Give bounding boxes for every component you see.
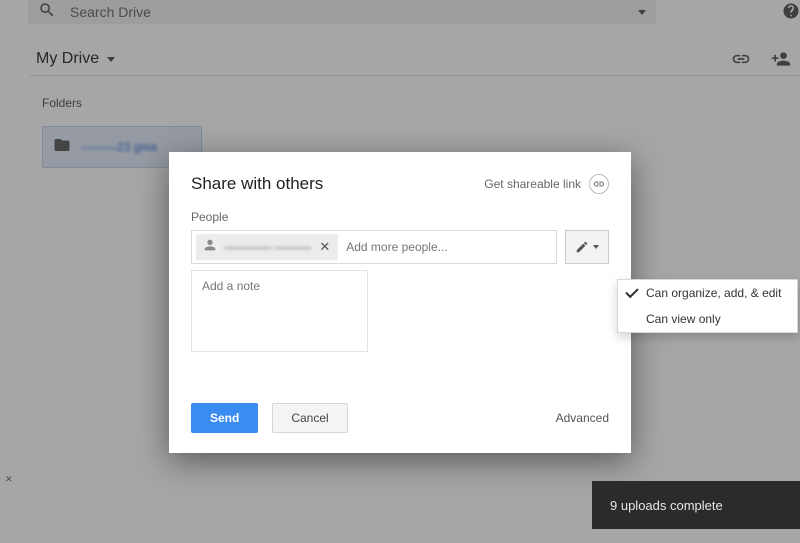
send-button[interactable]: Send bbox=[191, 403, 258, 433]
dialog-title: Share with others bbox=[191, 174, 323, 194]
permission-dropdown-button[interactable] bbox=[565, 230, 609, 264]
person-chip[interactable]: ———— ——— ✕ bbox=[196, 234, 338, 260]
add-people-input[interactable] bbox=[338, 231, 552, 263]
chevron-down-icon bbox=[593, 245, 599, 249]
shareable-link-label: Get shareable link bbox=[484, 177, 581, 191]
share-dialog: Share with others Get shareable link Peo… bbox=[169, 152, 631, 453]
cancel-button[interactable]: Cancel bbox=[272, 403, 347, 433]
get-shareable-link-button[interactable]: Get shareable link bbox=[484, 174, 609, 194]
pencil-icon bbox=[575, 240, 589, 254]
permission-menu: Can organize, add, & edit Can view only bbox=[617, 279, 798, 333]
upload-toast[interactable]: 9 uploads complete bbox=[592, 481, 800, 529]
person-chip-name: ———— ——— bbox=[224, 240, 311, 254]
permission-option-view[interactable]: Can view only bbox=[618, 306, 797, 332]
permission-option-edit[interactable]: Can organize, add, & edit bbox=[618, 280, 797, 306]
people-input[interactable]: ———— ——— ✕ bbox=[191, 230, 557, 264]
avatar-icon bbox=[202, 237, 218, 258]
remove-chip-button[interactable]: ✕ bbox=[317, 239, 332, 255]
advanced-link[interactable]: Advanced bbox=[556, 411, 609, 425]
link-icon bbox=[589, 174, 609, 194]
note-input[interactable] bbox=[191, 270, 368, 352]
upload-toast-text: 9 uploads complete bbox=[610, 498, 723, 513]
people-label: People bbox=[169, 194, 631, 230]
